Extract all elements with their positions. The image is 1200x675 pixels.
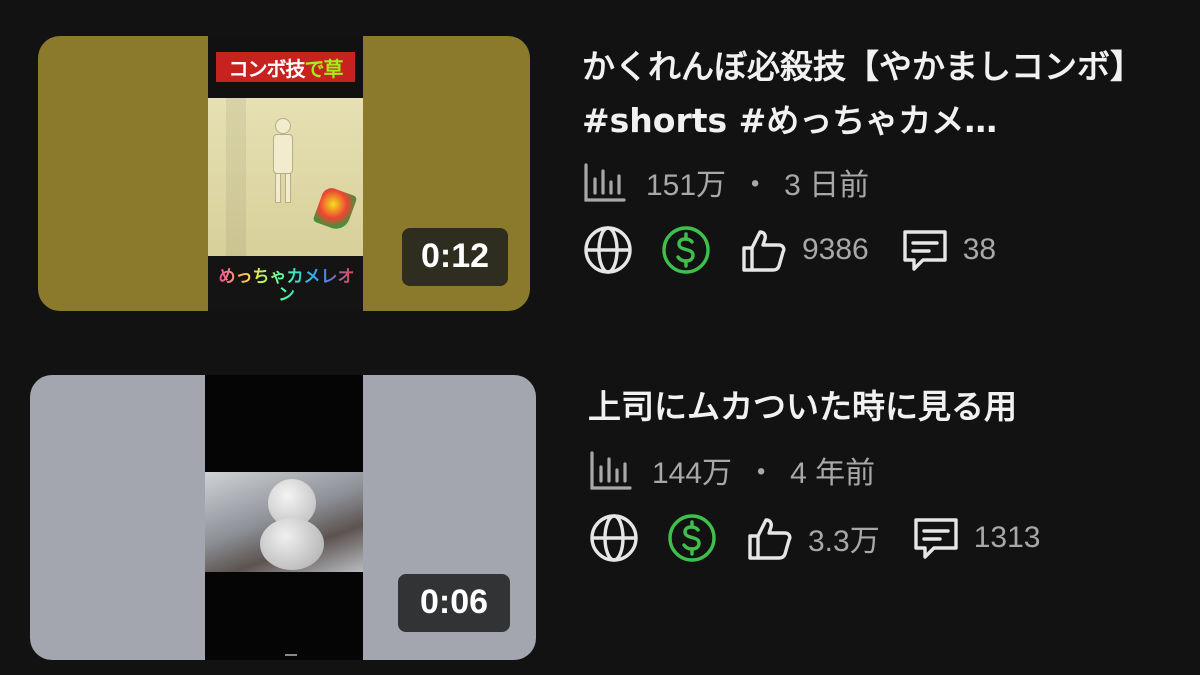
- video-metrics: 3.3万 1313: [588, 510, 1188, 566]
- video-title[interactable]: かくれんぼ必殺技【やかましコンボ】 #shorts #めっちゃカメ…: [582, 40, 1182, 148]
- thumbnail-frame: コンボ技で草 めっちゃカメレオン: [208, 36, 363, 311]
- view-count: 151万: [646, 169, 727, 202]
- view-stats: 144万 ・ 4 年前: [588, 448, 1188, 492]
- thumbs-up-icon[interactable]: [738, 224, 790, 276]
- snowman-photo: [205, 472, 363, 572]
- video-thumbnail[interactable]: 0:06: [30, 375, 536, 660]
- video-title[interactable]: 上司にムカついた時に見る用: [588, 380, 1188, 434]
- view-stats: 151万 ・ 3 日前: [582, 160, 1182, 204]
- thumbnail-frame: [205, 375, 363, 660]
- upload-age: 4 年前: [790, 457, 876, 490]
- comment-icon[interactable]: [910, 512, 962, 564]
- stats-icon: [588, 447, 634, 493]
- video-row[interactable]: 0:06 上司にムカついた時に見る用 144万 ・ 4 年前 3.3万 1313: [0, 340, 1200, 675]
- globe-icon[interactable]: [582, 224, 634, 276]
- comment-count: 1313: [973, 521, 1041, 554]
- video-thumbnail[interactable]: コンボ技で草 めっちゃカメレオン 0:12: [38, 36, 530, 311]
- comment-icon[interactable]: [899, 224, 951, 276]
- view-count: 144万: [652, 457, 733, 490]
- figure-illustration: [266, 118, 300, 206]
- dollar-icon[interactable]: [660, 224, 712, 276]
- stats-icon: [582, 159, 628, 205]
- video-info: かくれんぼ必殺技【やかましコンボ】 #shorts #めっちゃカメ… 151万 …: [582, 40, 1182, 278]
- duration-badge: 0:12: [402, 228, 508, 286]
- comment-count: 38: [962, 233, 997, 266]
- video-info: 上司にムカついた時に見る用 144万 ・ 4 年前 3.3万 1313: [588, 380, 1188, 566]
- duration-badge: 0:06: [398, 574, 510, 632]
- toy-illustration: [312, 185, 358, 233]
- separator-dot: ・: [740, 169, 771, 202]
- like-count: 9386: [802, 233, 869, 266]
- video-row[interactable]: コンボ技で草 めっちゃカメレオン 0:12 かくれんぼ必殺技【やかましコンボ】 …: [0, 0, 1200, 340]
- thumbs-up-icon[interactable]: [744, 512, 796, 564]
- channel-logo: めっちゃカメレオン: [216, 268, 357, 306]
- video-metrics: 9386 38: [582, 222, 1182, 278]
- dollar-icon[interactable]: [666, 512, 718, 564]
- like-count: 3.3万: [808, 525, 880, 558]
- globe-icon[interactable]: [588, 512, 640, 564]
- upload-age: 3 日前: [784, 169, 870, 202]
- thumbnail-banner: コンボ技で草: [214, 50, 357, 84]
- separator-dot: ・: [746, 457, 777, 490]
